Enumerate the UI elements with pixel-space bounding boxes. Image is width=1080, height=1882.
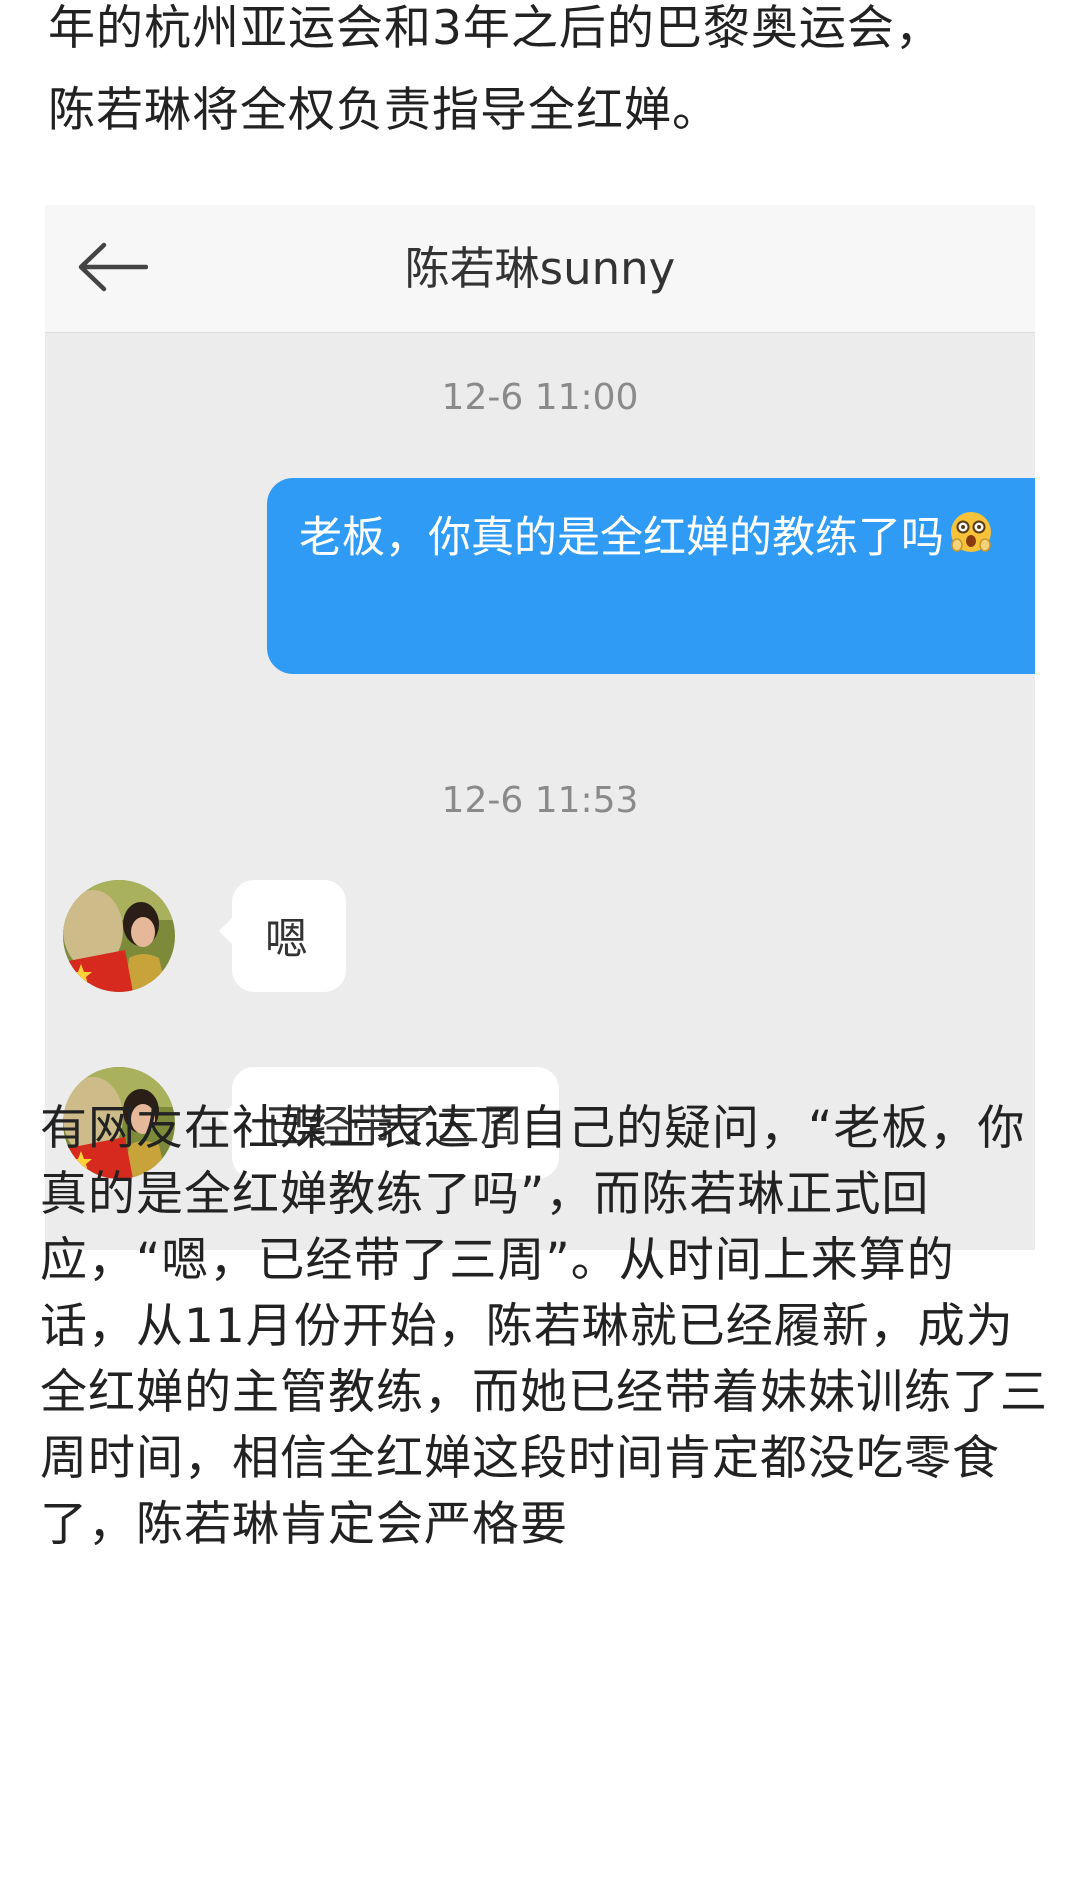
article-intro: 年的杭州亚运会和3年之后的巴黎奥运会， 陈若琳将全权负责指导全红婵。 xyxy=(48,0,1048,152)
message-text: 老板，你真的是全红婵的教练了吗 xyxy=(299,513,944,563)
article-body-paragraph: 有网友在社媒上表达了自己的疑问，“老板，你真的是全红婵教练了吗”，而陈若琳正式回… xyxy=(40,1101,1048,1552)
message-timestamp: 12-6 11:53 xyxy=(441,780,639,821)
incoming-message-bubble[interactable]: 嗯 xyxy=(232,880,346,992)
message-timestamp: 12-6 11:00 xyxy=(441,377,639,418)
chat-contact-name: 陈若琳sunny xyxy=(404,242,676,295)
contact-avatar[interactable] xyxy=(63,880,175,992)
chat-screenshot: 陈若琳sunny 12-6 11:00 老板，你真的是全红婵的教练了吗 12-6… xyxy=(45,205,1035,1250)
article-text-line: 年的杭州亚运会和3年之后的巴黎奥运会， xyxy=(48,1,943,56)
message-text: 嗯 xyxy=(265,915,308,965)
article-text-line: 陈若琳将全权负责指导全红婵。 xyxy=(48,83,720,138)
shocked-face-emoji-icon xyxy=(948,505,994,577)
bubble-tail xyxy=(219,917,233,945)
chat-header: 陈若琳sunny xyxy=(45,205,1035,333)
outgoing-message-bubble[interactable]: 老板，你真的是全红婵的教练了吗 xyxy=(267,478,1035,674)
